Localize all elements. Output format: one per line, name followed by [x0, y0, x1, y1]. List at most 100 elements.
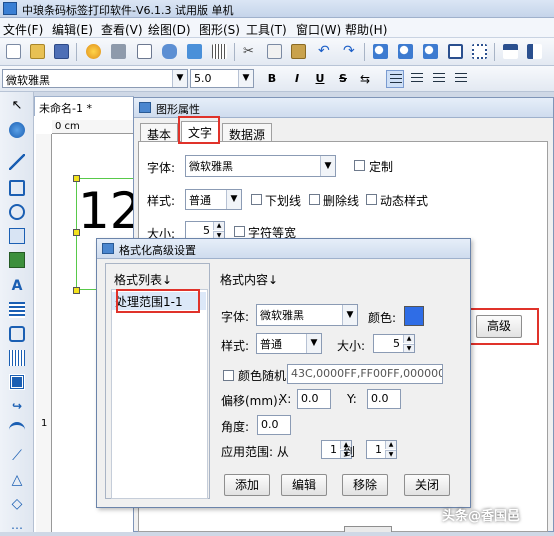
tab-basic[interactable]: 基本	[140, 123, 179, 142]
edit-button[interactable]: 编辑	[281, 474, 327, 496]
random-color-checkbox[interactable]	[223, 370, 234, 381]
rounded-rect-icon[interactable]	[9, 326, 25, 342]
rectangle-icon[interactable]	[9, 180, 25, 196]
align-left-icon[interactable]	[527, 44, 542, 59]
arc-icon[interactable]: ↪	[9, 398, 25, 414]
print-icon[interactable]	[111, 44, 126, 59]
spin-up-icon[interactable]: ▲	[403, 335, 414, 343]
color-swatch[interactable]	[404, 306, 424, 326]
dynamic-style-checkbox[interactable]	[366, 194, 377, 205]
redo-icon[interactable]: ↷	[343, 44, 358, 59]
menu-file[interactable]: 文件(F)	[3, 21, 43, 38]
align-left-text-icon[interactable]	[386, 70, 404, 88]
menu-window[interactable]: 窗口(W)	[296, 21, 341, 38]
underline-button[interactable]: U	[311, 70, 329, 88]
monospace-checkbox[interactable]	[234, 226, 245, 237]
style-select[interactable]: 普通 ▼	[185, 189, 242, 210]
paragraph-icon[interactable]	[9, 302, 25, 318]
line-icon[interactable]	[9, 154, 25, 170]
menu-draw[interactable]: 绘图(D)	[148, 21, 191, 38]
underline-checkbox[interactable]	[251, 194, 262, 205]
align-top-icon[interactable]	[503, 44, 518, 59]
strikethrough-checkbox[interactable]	[309, 194, 320, 205]
open-folder-icon[interactable]	[30, 44, 45, 59]
cut-icon[interactable]: ✂	[243, 44, 258, 59]
save-icon[interactable]	[54, 44, 69, 59]
strikethrough-button[interactable]: S	[334, 70, 352, 88]
fmt-font-select[interactable]: 微软雅黑 ▼	[256, 304, 358, 326]
zoom-in-icon[interactable]	[373, 44, 388, 59]
document-tab[interactable]: 未命名-1 *	[34, 96, 134, 116]
fmt-style-select[interactable]: 普通 ▼	[256, 333, 322, 354]
spin-down-icon[interactable]: ▼	[385, 450, 396, 458]
font-size-combo[interactable]: 5.0 ▼	[190, 69, 254, 88]
ellipse-icon[interactable]	[9, 204, 25, 220]
barcode-icon[interactable]	[9, 228, 25, 244]
range-to-spinner[interactable]: 1 ▲ ▼	[366, 440, 397, 459]
text-tool-icon[interactable]: A	[9, 278, 25, 294]
custom-checkbox[interactable]	[354, 160, 365, 171]
font-size-value: 5.0	[194, 72, 212, 85]
grid-icon[interactable]	[212, 44, 227, 59]
fit-page-icon[interactable]	[448, 44, 463, 59]
spin-up-icon[interactable]: ▲	[213, 222, 224, 230]
offset-label: 偏移(mm):	[221, 394, 282, 408]
resize-handle[interactable]	[73, 175, 80, 182]
align-right-text-icon[interactable]	[430, 70, 448, 88]
undo-icon[interactable]: ↶	[318, 44, 333, 59]
fmt-size-spinner[interactable]: 5 ▲ ▼	[373, 334, 415, 353]
menu-edit[interactable]: 编辑(E)	[52, 21, 93, 38]
remove-button[interactable]: 移除	[342, 474, 388, 496]
copy-icon[interactable]	[267, 44, 282, 59]
more-tools-icon[interactable]: ⋯	[9, 520, 25, 536]
menu-help[interactable]: 帮助(H)	[345, 21, 387, 38]
diamond-icon[interactable]: ◇	[9, 496, 25, 512]
angle-input[interactable]: 0.0	[257, 415, 291, 435]
bold-button[interactable]: B	[263, 70, 281, 88]
settings-gear-icon[interactable]	[86, 44, 101, 59]
image-icon[interactable]	[187, 44, 202, 59]
new-file-icon[interactable]	[6, 44, 21, 59]
barcode-1d-icon[interactable]	[9, 350, 25, 366]
triangle-icon[interactable]: △	[9, 472, 25, 488]
print-preview-icon[interactable]	[137, 44, 152, 59]
format-list[interactable]	[111, 289, 208, 499]
add-button[interactable]: 添加	[224, 474, 270, 496]
text-direction-icon[interactable]: ⇆	[356, 70, 374, 88]
italic-button[interactable]: I	[288, 70, 306, 88]
fit-width-icon[interactable]	[472, 44, 487, 59]
angle-label: 角度:	[221, 420, 250, 434]
offset-y-input[interactable]: 0.0	[367, 389, 401, 409]
font-select[interactable]: 微软雅黑 ▼	[185, 155, 336, 177]
tab-datasource[interactable]: 数据源	[222, 123, 273, 142]
zoom-fit-icon[interactable]	[423, 44, 438, 59]
align-center-text-icon[interactable]	[408, 70, 426, 88]
justify-text-icon[interactable]	[452, 70, 470, 88]
paste-icon[interactable]	[291, 44, 306, 59]
spin-up-icon[interactable]: ▲	[385, 441, 396, 449]
random-color-label: 颜色随机	[238, 369, 287, 383]
pan-icon[interactable]	[9, 122, 25, 138]
picture-icon[interactable]	[9, 252, 25, 268]
spin-down-icon[interactable]: ▼	[403, 344, 414, 352]
resize-handle[interactable]	[73, 287, 80, 294]
polyline-icon[interactable]: ⟋	[9, 448, 25, 464]
highlight-box	[178, 116, 220, 144]
select-arrow-icon[interactable]: ↖	[9, 98, 25, 114]
vertical-ruler: 1	[36, 134, 52, 532]
qrcode-icon[interactable]	[9, 374, 25, 390]
offset-x-input[interactable]: 0.0	[297, 389, 331, 409]
curve-icon[interactable]	[9, 422, 25, 438]
close-button[interactable]: 关闭	[404, 474, 450, 496]
menu-shape[interactable]: 图形(S)	[199, 21, 240, 38]
y-label: Y:	[347, 392, 357, 406]
database-icon[interactable]	[162, 44, 177, 59]
hidden-button-edge	[344, 526, 392, 532]
range-to-value: 1	[375, 443, 382, 456]
format-list-header: 格式列表↓	[114, 273, 173, 287]
zoom-out-icon[interactable]	[398, 44, 413, 59]
font-family-combo[interactable]: 微软雅黑 ▼	[2, 69, 188, 88]
random-colors-field[interactable]: 43C,0000FF,FF00FF,000000	[287, 364, 443, 384]
menu-view[interactable]: 查看(V)	[101, 21, 143, 38]
menu-tools[interactable]: 工具(T)	[246, 21, 287, 38]
